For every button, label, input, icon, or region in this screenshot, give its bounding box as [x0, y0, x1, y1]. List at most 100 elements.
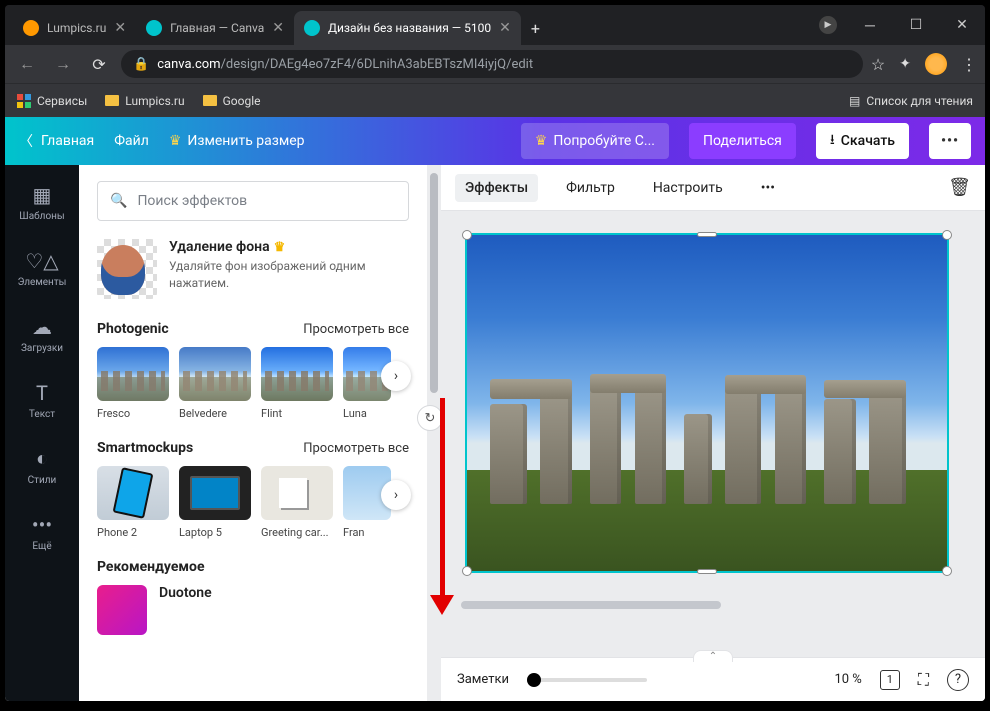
canvas-view[interactable]	[441, 211, 985, 657]
rail-uploads[interactable]: ☁Загрузки	[5, 301, 79, 367]
bookmarks-bar: Сервисы Lumpics.ru Google ▤ Список для ч…	[5, 83, 985, 117]
page-indicator[interactable]: 1	[880, 670, 900, 690]
more-toolbar[interactable]: •••	[751, 174, 785, 202]
home-link[interactable]: 〈 Главная	[19, 131, 94, 151]
resize-handle[interactable]	[942, 230, 952, 240]
help-icon[interactable]: ?	[947, 669, 969, 691]
resize-handle[interactable]	[697, 569, 717, 574]
crown-icon: ♛	[169, 133, 182, 149]
maximize-button[interactable]: ☐	[893, 5, 939, 45]
view-all-link[interactable]: Просмотреть все	[303, 322, 409, 337]
side-rail: ▦Шаблоны ♡△Элементы ☁Загрузки TТекст ◐Ст…	[5, 165, 79, 701]
share-button[interactable]: Поделиться	[689, 123, 796, 159]
resize-handle[interactable]	[462, 566, 472, 576]
duotone-thumb	[97, 585, 147, 635]
effect-belvedere[interactable]: Belvedere	[179, 347, 251, 420]
minimize-button[interactable]: ─	[847, 5, 893, 45]
download-button[interactable]: ⭳ Скачать	[816, 123, 909, 159]
templates-icon: ▦	[33, 183, 52, 207]
filter-tab[interactable]: Фильтр	[556, 174, 625, 202]
effect-flint[interactable]: Flint	[261, 347, 333, 420]
browser-tab-1[interactable]: Lumpics.ru ✕	[13, 11, 136, 45]
rail-text[interactable]: TТекст	[5, 367, 79, 433]
mockup-card[interactable]: Greeting car...	[261, 466, 333, 539]
sync-button[interactable]: ↻	[417, 405, 443, 431]
file-menu[interactable]: Файл	[114, 133, 149, 149]
bookmark-lumpics[interactable]: Lumpics.ru	[105, 94, 184, 108]
zoom-value[interactable]: 10 %	[834, 672, 861, 687]
elements-icon: ♡△	[25, 249, 58, 273]
resize-handle[interactable]	[697, 232, 717, 237]
browser-tab-2[interactable]: Главная — Canva ✕	[136, 11, 294, 45]
chevron-left-icon: 〈	[19, 131, 33, 151]
apps-icon	[17, 94, 31, 108]
folder-icon	[105, 95, 119, 106]
lock-icon: 🔒	[133, 57, 149, 72]
resize-button[interactable]: ♛ Изменить размер	[169, 133, 305, 149]
search-input[interactable]: 🔍 Поиск эффектов	[97, 181, 409, 221]
rail-templates[interactable]: ▦Шаблоны	[5, 169, 79, 235]
effects-tab[interactable]: Эффекты	[455, 174, 538, 202]
scroll-next-button[interactable]: ›	[381, 480, 411, 510]
reload-button[interactable]: ⟳	[85, 50, 113, 78]
back-button[interactable]: ←	[13, 50, 41, 78]
search-icon: 🔍	[110, 193, 127, 209]
expand-up-button[interactable]: ⌃	[693, 650, 733, 662]
mockup-laptop[interactable]: Laptop 5	[179, 466, 251, 539]
browser-tab-3[interactable]: Дизайн без названия — 5100 ✕	[294, 11, 521, 45]
url-input[interactable]: 🔒 canva.com/design/DAEg4eo7zF4/6DLnihA3a…	[121, 50, 863, 78]
slider-knob[interactable]	[527, 673, 541, 687]
close-icon[interactable]: ✕	[272, 20, 284, 36]
resize-handle[interactable]	[462, 230, 472, 240]
rail-styles[interactable]: ◐Стили	[5, 433, 79, 499]
profile-avatar[interactable]	[925, 53, 947, 75]
mockup-phone[interactable]: Phone 2	[97, 466, 169, 539]
feature-thumb	[97, 239, 157, 299]
app-header: 〈 Главная Файл ♛ Изменить размер ♛ Попро…	[5, 117, 985, 165]
favicon	[146, 20, 162, 36]
scrollbar-thumb[interactable]	[461, 601, 721, 609]
section-title: Smartmockups	[97, 440, 193, 456]
trash-icon[interactable]: 🗑	[948, 177, 971, 198]
favicon	[23, 20, 39, 36]
menu-icon[interactable]: ⋮	[961, 55, 977, 74]
crown-icon: ♛	[274, 240, 286, 255]
zoom-slider[interactable]	[527, 678, 647, 682]
scroll-next-button[interactable]: ›	[381, 361, 411, 391]
apps-button[interactable]: Сервисы	[17, 94, 87, 108]
cloud-upload-icon: ☁	[32, 315, 52, 339]
more-icon: •••	[32, 513, 52, 537]
star-icon[interactable]: ☆	[871, 55, 885, 74]
effect-fresco[interactable]: Fresco	[97, 347, 169, 420]
rail-more[interactable]: •••Ещё	[5, 499, 79, 565]
new-tab-button[interactable]: +	[521, 15, 550, 42]
close-icon[interactable]: ✕	[114, 20, 126, 36]
duotone-card[interactable]: Duotone	[97, 585, 409, 635]
text-icon: T	[36, 381, 48, 405]
scrollbar-thumb[interactable]	[430, 173, 438, 393]
horizontal-scrollbar[interactable]	[461, 599, 965, 611]
selected-image[interactable]	[465, 233, 949, 573]
try-pro-button[interactable]: ♛ Попробуйте С...	[521, 123, 669, 159]
extension-icon[interactable]: ✦	[899, 56, 911, 72]
adjust-tab[interactable]: Настроить	[643, 174, 733, 202]
section-title: Photogenic	[97, 321, 169, 337]
crown-icon: ♛	[535, 133, 548, 149]
fullscreen-icon[interactable]: ⛶	[918, 670, 929, 690]
notes-button[interactable]: Заметки	[457, 672, 509, 687]
reading-list-button[interactable]: ▤ Список для чтения	[849, 94, 973, 108]
close-icon[interactable]: ✕	[499, 20, 511, 36]
panel-scrollbar[interactable]: ↻	[427, 165, 441, 701]
more-button[interactable]: •••	[929, 123, 971, 159]
forward-button[interactable]: →	[49, 50, 77, 78]
close-window-button[interactable]: ✕	[939, 5, 985, 45]
reading-list-icon: ▤	[849, 94, 860, 108]
media-indicator-icon[interactable]: ▶	[819, 16, 837, 34]
download-icon: ⭳	[830, 129, 835, 153]
bg-remover-card[interactable]: Удаление фона♛ Удаляйте фон изображений …	[97, 239, 409, 299]
bottom-bar: ⌃ Заметки 10 % 1 ⛶ ?	[441, 657, 985, 701]
resize-handle[interactable]	[942, 566, 952, 576]
view-all-link[interactable]: Просмотреть все	[303, 441, 409, 456]
rail-elements[interactable]: ♡△Элементы	[5, 235, 79, 301]
bookmark-google[interactable]: Google	[203, 94, 261, 108]
